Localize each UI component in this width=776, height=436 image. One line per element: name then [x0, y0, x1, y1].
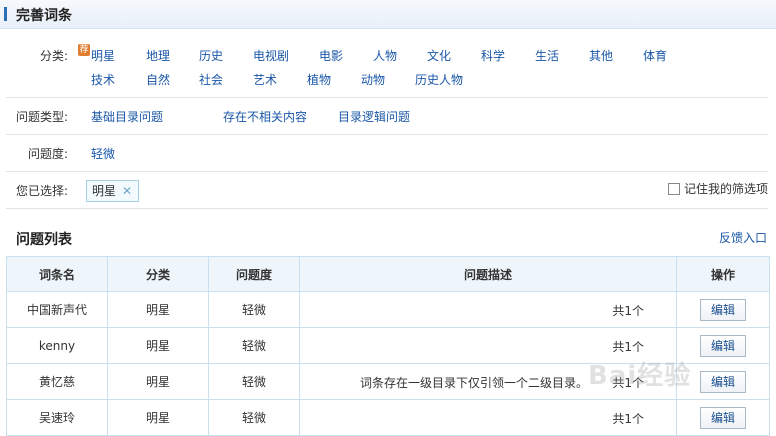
severity-label: 问题度:: [28, 147, 69, 161]
table-row: kenny 明星 轻微 共1个 编辑: [6, 327, 770, 364]
entry-name: kenny: [6, 327, 108, 364]
entry-description: 词条存在一级目录下仅引领一个二级目录。: [360, 376, 589, 390]
category-dianying[interactable]: 电影: [319, 47, 343, 64]
col-header-severity: 问题度: [208, 256, 300, 292]
category-wenhua[interactable]: 文化: [427, 47, 451, 64]
problem-type-toc-logic[interactable]: 目录逻辑问题: [338, 108, 410, 125]
divider: [6, 134, 768, 135]
edit-button[interactable]: 编辑: [700, 298, 746, 321]
entry-issue-count: 共1个: [612, 376, 644, 390]
category-dongwu[interactable]: 动物: [361, 71, 385, 88]
col-header-category: 分类: [107, 256, 209, 292]
category-zhiwu[interactable]: 植物: [307, 71, 331, 88]
recommend-badge-icon: 荐: [78, 44, 90, 56]
selected-filter-tag: 明星 ✕: [86, 180, 140, 202]
entry-description-cell: 共1个: [299, 399, 677, 436]
col-header-description: 问题描述: [299, 256, 677, 292]
entry-severity: 轻微: [208, 399, 300, 436]
entry-action-cell: 编辑: [676, 399, 770, 436]
entry-severity: 轻微: [208, 363, 300, 400]
category-ziran[interactable]: 自然: [146, 71, 170, 88]
entry-category: 明星: [107, 327, 209, 364]
category-dili[interactable]: 地理: [146, 47, 170, 64]
category-tiyu[interactable]: 体育: [643, 47, 667, 64]
feedback-link[interactable]: 反馈入口: [719, 229, 767, 246]
entry-description-cell: 共1个: [299, 291, 677, 328]
entry-category: 明星: [107, 399, 209, 436]
entry-severity: 轻微: [208, 291, 300, 328]
problem-type-basic-toc[interactable]: 基础目录问题: [91, 108, 163, 125]
severity-option-minor[interactable]: 轻微: [91, 145, 115, 162]
divider: [6, 97, 768, 98]
entry-description-cell: 共1个: [299, 327, 677, 364]
category-shehui[interactable]: 社会: [199, 71, 223, 88]
remember-filters-label: 记住我的筛选项: [684, 182, 769, 196]
table-row: 黄忆慈 明星 轻微 词条存在一级目录下仅引领一个二级目录。 共1个 编辑: [6, 363, 770, 400]
remove-filter-icon[interactable]: ✕: [122, 181, 132, 201]
entry-category: 明星: [107, 291, 209, 328]
problem-type-irrelevant-content[interactable]: 存在不相关内容: [223, 108, 307, 125]
category-jishu[interactable]: 技术: [91, 71, 115, 88]
category-kexue[interactable]: 科学: [481, 47, 505, 64]
category-qita[interactable]: 其他: [589, 47, 613, 64]
entry-name: 中国新声代: [6, 291, 108, 328]
table-header-row: 词条名 分类 问题度 问题描述 操作: [6, 256, 770, 292]
entry-action-cell: 编辑: [676, 291, 770, 328]
problem-list-title: 问题列表: [16, 232, 72, 248]
entry-issue-count: 共1个: [612, 340, 644, 354]
col-header-action: 操作: [676, 256, 770, 292]
category-renwu[interactable]: 人物: [373, 47, 397, 64]
table-row: 中国新声代 明星 轻微 共1个 编辑: [6, 291, 770, 328]
entry-severity: 轻微: [208, 327, 300, 364]
remember-filters-option[interactable]: 记住我的筛选项: [668, 180, 768, 197]
entry-name: 吴速玲: [6, 399, 108, 436]
entry-action-cell: 编辑: [676, 363, 770, 400]
selected-filter-tag-label: 明星: [92, 184, 117, 198]
entry-description-cell: 词条存在一级目录下仅引领一个二级目录。 共1个: [299, 363, 677, 400]
problem-type-label: 问题类型:: [16, 110, 69, 124]
category-label: 分类:: [40, 49, 69, 63]
divider: [6, 171, 768, 172]
category-yishu[interactable]: 艺术: [253, 71, 277, 88]
edit-button[interactable]: 编辑: [700, 406, 746, 429]
category-lishirenwu[interactable]: 历史人物: [415, 71, 463, 88]
page-title: 完善词条: [16, 8, 72, 24]
divider: [6, 208, 768, 209]
col-header-entry-name: 词条名: [6, 256, 108, 292]
table-row: 吴速玲 明星 轻微 共1个 编辑: [6, 399, 770, 436]
entry-action-cell: 编辑: [676, 327, 770, 364]
category-shenghuo[interactable]: 生活: [535, 47, 559, 64]
category-mingxing[interactable]: 明星: [91, 47, 115, 64]
header-accent-bar: [4, 7, 7, 21]
selected-label: 您已选择:: [16, 184, 69, 198]
entry-issue-count: 共1个: [612, 412, 644, 426]
remember-filters-checkbox[interactable]: [668, 182, 680, 195]
problem-table: 词条名 分类 问题度 问题描述 操作 中国新声代 明星 轻微 共1个 编辑 ke…: [6, 256, 770, 436]
edit-button[interactable]: 编辑: [700, 334, 746, 357]
category-lishi[interactable]: 历史: [199, 47, 223, 64]
entry-name: 黄忆慈: [6, 363, 108, 400]
header-bar: 完善词条: [0, 0, 776, 29]
category-dianshiju[interactable]: 电视剧: [253, 47, 289, 64]
entry-category: 明星: [107, 363, 209, 400]
entry-issue-count: 共1个: [612, 304, 644, 318]
edit-button[interactable]: 编辑: [700, 370, 746, 393]
